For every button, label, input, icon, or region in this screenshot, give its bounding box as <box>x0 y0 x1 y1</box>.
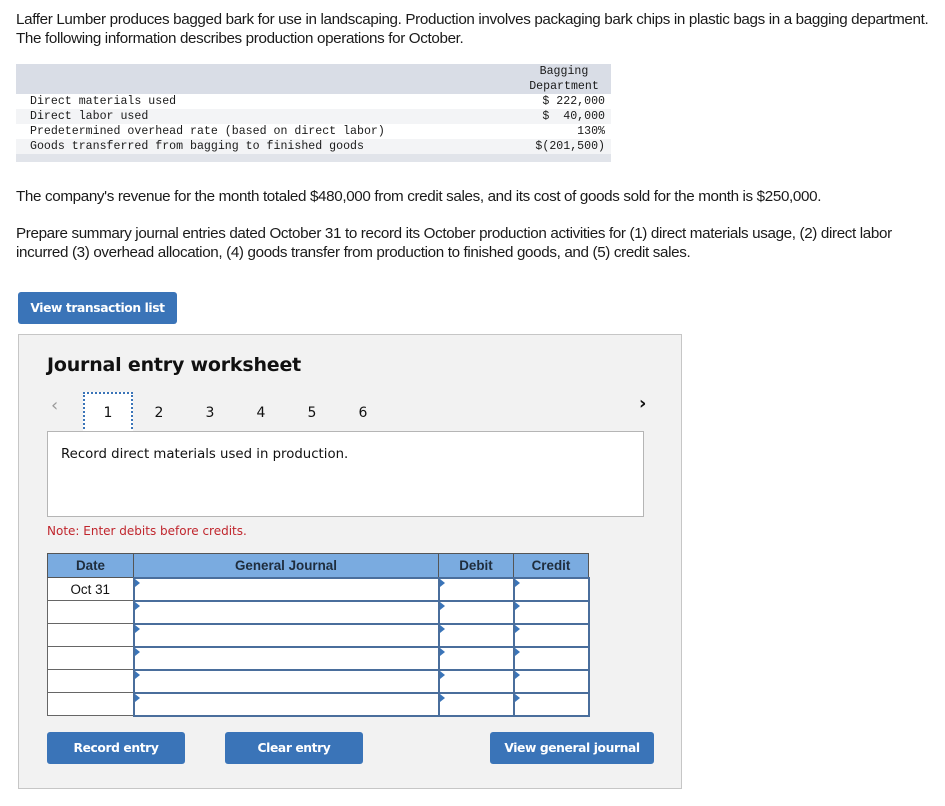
worksheet-title: Journal entry worksheet <box>47 354 302 376</box>
entry-prompt-box: Record direct materials used in producti… <box>47 431 644 517</box>
column-header-bagging-department: Bagging Department <box>523 64 611 94</box>
journal-row <box>47 622 590 648</box>
credit-input[interactable] <box>512 622 590 648</box>
instructions-text: Prepare summary journal entries dated Oc… <box>16 225 892 261</box>
credit-input[interactable] <box>512 599 590 625</box>
debit-input[interactable] <box>437 691 515 717</box>
journal-row <box>47 645 590 671</box>
tab-2[interactable]: 2 <box>134 392 184 433</box>
journal-entry-worksheet-panel: Journal entry worksheet ‹ › 1 2 3 4 5 6 … <box>18 334 682 789</box>
credit-input[interactable] <box>512 645 590 671</box>
journal-entry-table: Date General Journal Debit Credit Oct 31 <box>47 553 590 717</box>
column-header-general-journal: General Journal <box>133 553 439 578</box>
debit-input[interactable] <box>437 645 515 671</box>
account-input[interactable] <box>132 668 440 694</box>
table-row: Predetermined overhead rate (based on di… <box>16 124 611 139</box>
tab-3[interactable]: 3 <box>185 392 235 433</box>
column-header-credit: Credit <box>513 553 589 578</box>
revenue-text: The company's revenue for the month tota… <box>16 188 822 205</box>
row-label: Predetermined overhead rate (based on di… <box>30 125 385 138</box>
journal-row: Oct 31 <box>47 576 590 602</box>
date-cell: Oct 31 <box>47 577 134 601</box>
account-input[interactable] <box>132 599 440 625</box>
row-value: $(201,500) <box>523 139 611 154</box>
row-label: Direct labor used <box>16 109 523 124</box>
row-label: Direct materials used <box>30 95 177 108</box>
table-row: Direct labor used $ 40,000 <box>16 109 611 124</box>
tab-5[interactable]: 5 <box>287 392 337 433</box>
view-transaction-list-button[interactable]: View transaction list <box>18 292 177 324</box>
previous-arrow-icon[interactable]: ‹ <box>51 395 58 416</box>
debit-input[interactable] <box>437 576 515 602</box>
journal-row <box>47 668 590 694</box>
row-value: 130% <box>577 125 605 138</box>
account-input[interactable] <box>132 622 440 648</box>
row-label: Goods transferred from bagging to finish… <box>16 139 523 154</box>
next-arrow-icon[interactable]: › <box>639 393 646 414</box>
credit-input[interactable] <box>512 576 590 602</box>
debit-input[interactable] <box>437 622 515 648</box>
account-input[interactable] <box>132 645 440 671</box>
tab-1[interactable]: 1 <box>83 392 133 433</box>
debits-note: Note: Enter debits before credits. <box>47 524 247 538</box>
journal-row <box>47 691 590 717</box>
date-cell <box>47 669 134 693</box>
date-cell <box>47 623 134 647</box>
account-input[interactable] <box>132 691 440 717</box>
production-data-table: Bagging Department Direct materials used … <box>16 64 611 162</box>
problem-intro: Laffer Lumber produces bagged bark for u… <box>16 11 929 47</box>
entry-prompt-text: Record direct materials used in producti… <box>61 447 349 462</box>
table-header-row: Bagging Department <box>16 64 611 94</box>
view-general-journal-button[interactable]: View general journal <box>490 732 654 764</box>
table-footer <box>16 154 611 162</box>
clear-entry-button[interactable]: Clear entry <box>225 732 363 764</box>
journal-row <box>47 599 590 625</box>
debit-input[interactable] <box>437 668 515 694</box>
tab-4[interactable]: 4 <box>236 392 286 433</box>
record-entry-button[interactable]: Record entry <box>47 732 185 764</box>
row-value: $ 222,000 <box>542 95 605 108</box>
date-cell <box>47 646 134 670</box>
credit-input[interactable] <box>512 668 590 694</box>
credit-input[interactable] <box>512 691 590 717</box>
journal-header-row: Date General Journal Debit Credit <box>47 553 589 578</box>
table-row: Direct materials used $ 222,000 <box>16 94 611 109</box>
date-cell <box>47 692 134 716</box>
tab-6[interactable]: 6 <box>338 392 388 433</box>
table-row: Goods transferred from bagging to finish… <box>16 139 611 154</box>
debit-input[interactable] <box>437 599 515 625</box>
date-cell <box>47 600 134 624</box>
column-header-debit: Debit <box>438 553 514 578</box>
column-header-date: Date <box>47 553 134 578</box>
row-value: $ 40,000 <box>523 109 611 124</box>
account-input[interactable] <box>132 576 440 602</box>
